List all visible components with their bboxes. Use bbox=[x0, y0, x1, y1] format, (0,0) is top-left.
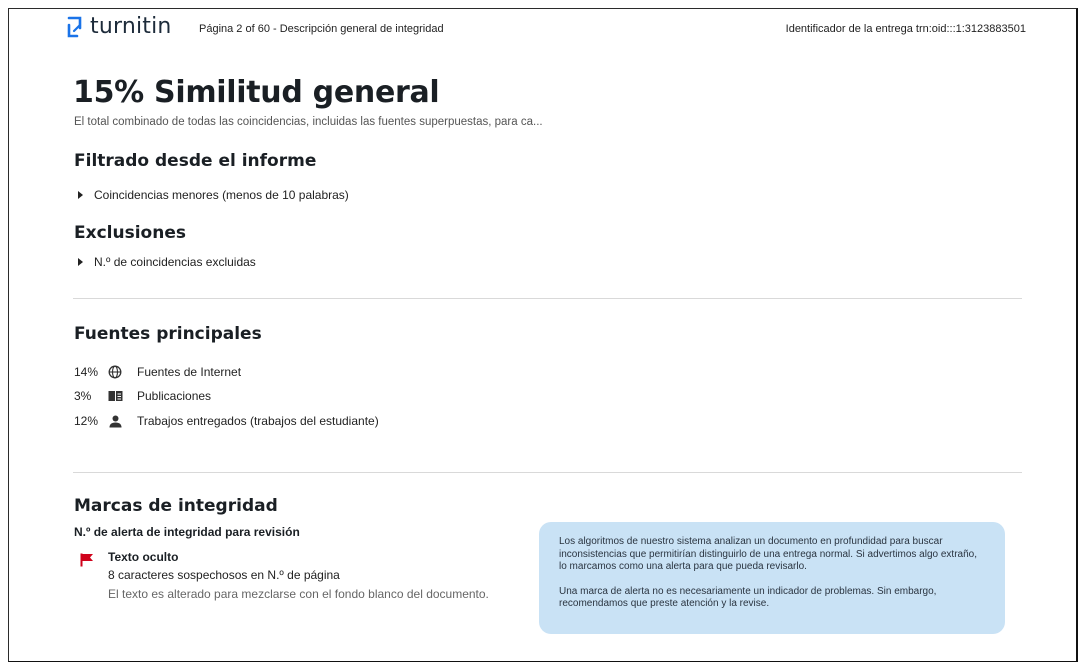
source-row-internet: 14% Fuentes de Internet bbox=[74, 365, 241, 379]
section-divider bbox=[73, 298, 1022, 299]
info-paragraph: Una marca de alerta no es necesariamente… bbox=[559, 585, 937, 610]
flag-description: El texto es alterado para mezclarse con … bbox=[108, 587, 489, 601]
integrity-heading: Marcas de integridad bbox=[74, 496, 278, 516]
source-label: Trabajos entregados (trabajos del estudi… bbox=[137, 414, 379, 428]
sources-heading: Fuentes principales bbox=[74, 324, 262, 344]
person-icon bbox=[107, 414, 123, 428]
source-row-publications: 3% Publicaciones bbox=[74, 389, 211, 403]
source-percent: 3% bbox=[74, 389, 92, 403]
page-header: turnitin Página 2 of 60 - Descripción ge… bbox=[66, 14, 1026, 46]
page-info: Página 2 of 60 - Descripción general de … bbox=[199, 23, 444, 35]
turnitin-logo: turnitin bbox=[66, 14, 172, 39]
caret-right-icon bbox=[78, 191, 83, 199]
page-subtitle: El total combinado de todas las coincide… bbox=[74, 116, 543, 128]
flag-detail: 8 caracteres sospechosos en N.º de págin… bbox=[108, 568, 340, 582]
submission-id: Identificador de la entrega trn:oid:::1:… bbox=[785, 23, 1026, 35]
section-divider bbox=[73, 472, 1022, 473]
source-percent: 14% bbox=[74, 365, 99, 379]
exclusions-item[interactable]: N.º de coincidencias excluidas bbox=[78, 255, 256, 269]
source-percent: 12% bbox=[74, 414, 99, 428]
globe-icon bbox=[107, 365, 123, 379]
filtered-heading: Filtrado desde el informe bbox=[74, 151, 317, 171]
source-row-submitted: 12% Trabajos entregados (trabajos del es… bbox=[74, 414, 379, 428]
book-icon bbox=[107, 389, 123, 403]
page-title: 15% Similitud general bbox=[73, 75, 440, 110]
integrity-info-box: Los algoritmos de nuestro sistema analiz… bbox=[539, 522, 1005, 634]
caret-right-icon bbox=[78, 258, 83, 266]
turnitin-logo-icon bbox=[67, 16, 82, 37]
flag-title: Texto oculto bbox=[108, 550, 179, 564]
filtered-item[interactable]: Coincidencias menores (menos de 10 palab… bbox=[78, 188, 349, 202]
source-label: Fuentes de Internet bbox=[137, 365, 242, 379]
logo-text: turnitin bbox=[90, 14, 172, 39]
integrity-subheading: N.º de alerta de integridad para revisió… bbox=[74, 525, 300, 539]
exclusions-heading: Exclusiones bbox=[74, 223, 186, 243]
exclusions-item-label: N.º de coincidencias excluidas bbox=[94, 255, 256, 269]
source-label: Publicaciones bbox=[137, 389, 212, 403]
info-paragraph: Los algoritmos de nuestro sistema analiz… bbox=[559, 536, 978, 572]
filtered-item-label: Coincidencias menores (menos de 10 palab… bbox=[94, 188, 349, 202]
red-flag-icon bbox=[80, 553, 94, 572]
